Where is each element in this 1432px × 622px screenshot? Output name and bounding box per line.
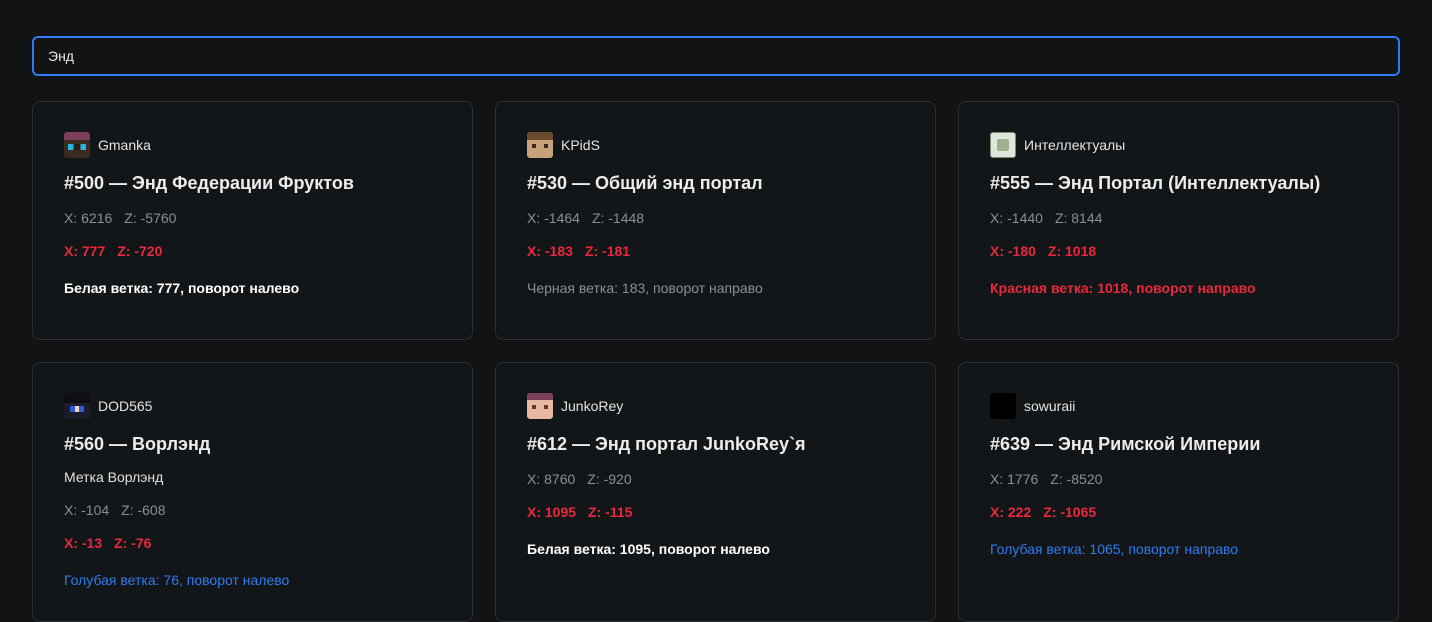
- portal-card[interactable]: Интеллектуалы #555 — Энд Портал (Интелле…: [958, 101, 1399, 340]
- avatar: [64, 132, 90, 158]
- nether-coords: X: 1095 Z: -115: [527, 503, 904, 521]
- avatar: [64, 393, 90, 419]
- portal-title: #639 — Энд Римской Империи: [990, 434, 1261, 454]
- branch-info: Голубая ветка: 1065, поворот направо: [990, 541, 1239, 557]
- portal-note: Метка Ворлэнд: [64, 469, 164, 485]
- overworld-x: X: 6216: [64, 210, 113, 226]
- search-box[interactable]: [32, 36, 1400, 76]
- portal-title: #555 — Энд Портал (Интеллектуалы): [990, 173, 1321, 193]
- author-row: KPidS: [527, 132, 904, 158]
- overworld-x: X: -1464: [527, 210, 580, 226]
- overworld-coords: X: 6216 Z: -5760: [64, 209, 441, 227]
- avatar: [990, 393, 1016, 419]
- nether-coords: X: 777 Z: -720: [64, 242, 441, 260]
- nether-x: X: 1095: [527, 504, 577, 520]
- nether-z: Z: -115: [588, 504, 633, 520]
- author-name: Интеллектуалы: [1024, 137, 1126, 153]
- nether-x: X: 222: [990, 504, 1032, 520]
- overworld-x: X: -104: [64, 502, 110, 518]
- nether-x: X: -13: [64, 535, 103, 551]
- nether-z: Z: -1065: [1043, 504, 1097, 520]
- portal-title: #612 — Энд портал JunkoRey`я: [527, 434, 806, 454]
- author-name: DOD565: [98, 398, 153, 414]
- portal-card[interactable]: Gmanka #500 — Энд Федерации Фруктов X: 6…: [32, 101, 473, 340]
- nether-coords: X: -180 Z: 1018: [990, 242, 1367, 260]
- nether-z: Z: -181: [584, 243, 631, 259]
- author-name: JunkoRey: [561, 398, 624, 414]
- nether-coords: X: 222 Z: -1065: [990, 503, 1367, 521]
- branch-info: Красная ветка: 1018, поворот направо: [990, 280, 1256, 296]
- overworld-z: Z: -5760: [124, 210, 177, 226]
- search-input[interactable]: [46, 47, 1386, 65]
- portal-card[interactable]: DOD565 #560 — Ворлэнд Метка Ворлэнд X: -…: [32, 362, 473, 622]
- author-name: KPidS: [561, 137, 600, 153]
- avatar: [527, 132, 553, 158]
- author-row: JunkoRey: [527, 393, 904, 419]
- nether-coords: X: -13 Z: -76: [64, 534, 441, 552]
- portal-card[interactable]: KPidS #530 — Общий энд портал X: -1464 Z:…: [495, 101, 936, 340]
- author-row: DOD565: [64, 393, 441, 419]
- nether-z: Z: -720: [117, 243, 163, 259]
- overworld-coords: X: 8760 Z: -920: [527, 470, 904, 488]
- nether-x: X: -183: [527, 243, 573, 259]
- avatar: [527, 393, 553, 419]
- branch-info: Белая ветка: 1095, поворот налево: [527, 541, 770, 557]
- portal-title: #560 — Ворлэнд: [64, 434, 211, 454]
- author-row: sowuraii: [990, 393, 1367, 419]
- portal-grid: Gmanka #500 — Энд Федерации Фруктов X: 6…: [32, 101, 1400, 622]
- author-name: sowuraii: [1024, 398, 1076, 414]
- branch-info: Белая ветка: 777, поворот налево: [64, 280, 300, 296]
- overworld-z: Z: -920: [587, 471, 632, 487]
- overworld-coords: X: 1776 Z: -8520: [990, 470, 1367, 488]
- nether-z: Z: -76: [114, 535, 152, 551]
- nether-x: X: -180: [990, 243, 1036, 259]
- overworld-coords: X: -1440 Z: 8144: [990, 209, 1367, 227]
- overworld-z: Z: -608: [121, 502, 166, 518]
- overworld-x: X: 1776: [990, 471, 1039, 487]
- overworld-coords: X: -104 Z: -608: [64, 501, 441, 519]
- overworld-z: Z: 8144: [1054, 210, 1103, 226]
- nether-x: X: 777: [64, 243, 106, 259]
- avatar: [990, 132, 1016, 158]
- portal-title: #530 — Общий энд портал: [527, 173, 763, 193]
- overworld-coords: X: -1464 Z: -1448: [527, 209, 904, 227]
- portal-title: #500 — Энд Федерации Фруктов: [64, 173, 354, 193]
- nether-coords: X: -183 Z: -181: [527, 242, 904, 260]
- branch-info: Голубая ветка: 76, поворот налево: [64, 572, 290, 588]
- portal-card[interactable]: sowuraii #639 — Энд Римской Империи X: 1…: [958, 362, 1399, 622]
- portal-card[interactable]: JunkoRey #612 — Энд портал JunkoRey`я X:…: [495, 362, 936, 622]
- author-row: Gmanka: [64, 132, 441, 158]
- author-name: Gmanka: [98, 137, 151, 153]
- overworld-z: Z: -8520: [1050, 471, 1103, 487]
- nether-z: Z: 1018: [1047, 243, 1097, 259]
- branch-info: Черная ветка: 183, поворот направо: [527, 280, 763, 296]
- author-row: Интеллектуалы: [990, 132, 1367, 158]
- overworld-x: X: -1440: [990, 210, 1043, 226]
- overworld-x: X: 8760: [527, 471, 576, 487]
- overworld-z: Z: -1448: [591, 210, 645, 226]
